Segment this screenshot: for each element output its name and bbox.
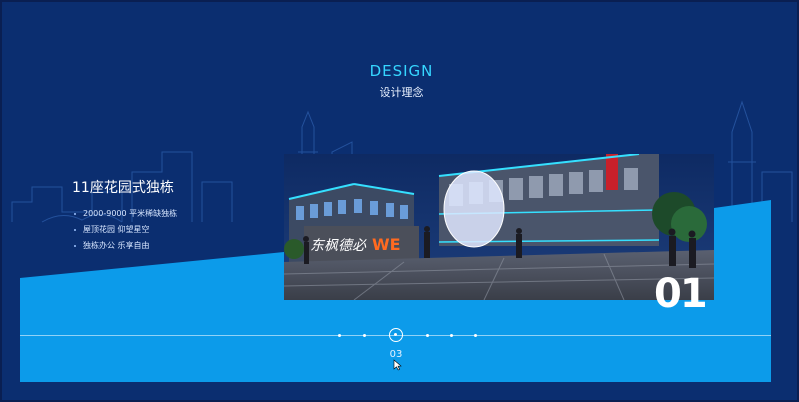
timeline-dot[interactable] bbox=[450, 334, 453, 337]
signage-text: 东枫德必 bbox=[310, 238, 367, 254]
timeline-dot[interactable] bbox=[474, 334, 477, 337]
slide-frame: DESIGN 设计理念 11座花园式独栋 2000-9000 平米稀缺独栋 屋顶… bbox=[0, 0, 799, 402]
timeline-dot[interactable] bbox=[363, 334, 366, 337]
signage-logo: WE bbox=[372, 235, 401, 254]
slide-number: 01 bbox=[654, 271, 708, 317]
timeline-dot[interactable] bbox=[426, 334, 429, 337]
building-render-image: 东枫德必 WE bbox=[284, 154, 714, 300]
mouse-pointer-icon bbox=[393, 359, 402, 371]
timeline-dot[interactable] bbox=[338, 334, 341, 337]
timeline-dot-active[interactable] bbox=[389, 328, 403, 342]
